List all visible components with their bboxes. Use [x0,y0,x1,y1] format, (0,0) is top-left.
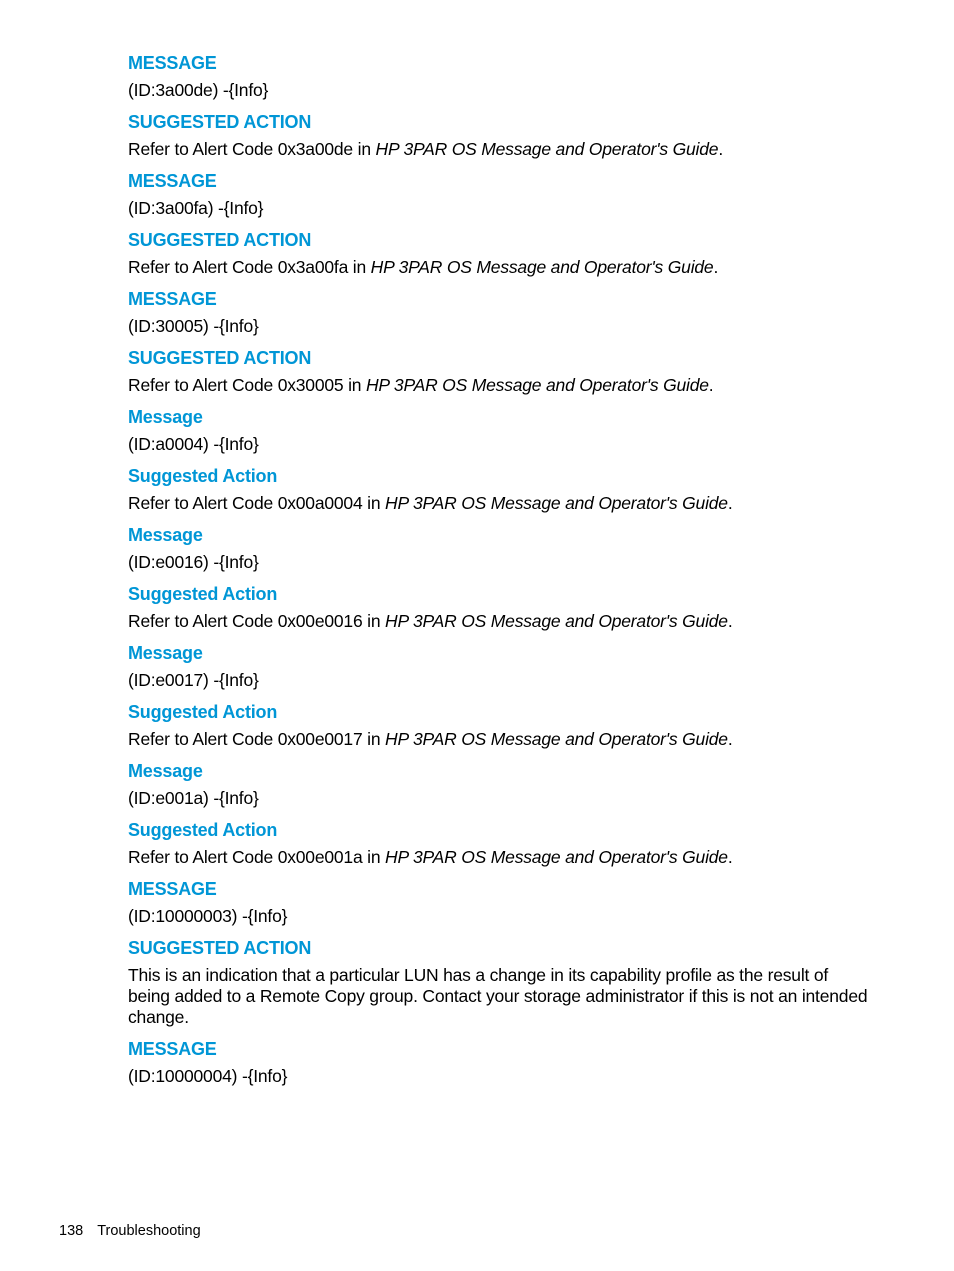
guide-reference: HP 3PAR OS Message and Operator's Guide [385,729,728,749]
message-text: (ID:30005) -{Info} [128,316,259,336]
action-prefix: Refer to Alert Code 0x00e0017 in [128,729,386,749]
action-suffix: . [708,375,714,395]
section-title: Troubleshooting [97,1223,201,1239]
message-heading: Message [128,525,203,545]
message-heading: Message [128,643,203,663]
message-text: (ID:a0004) -{Info} [128,434,259,454]
action-prefix: Refer to Alert Code 0x3a00de in [128,139,376,159]
suggested-action-heading: SUGGESTED ACTION [128,230,312,250]
message-heading: MESSAGE [128,1039,217,1059]
guide-reference: HP 3PAR OS Message and Operator's Guide [375,139,719,159]
suggested-action-text: Refer to Alert Code 0x00a0004 in HP 3PAR… [128,493,873,514]
message-heading: MESSAGE [128,289,217,309]
guide-reference: HP 3PAR OS Message and Operator's Guide [385,611,728,631]
action-suffix: . [727,611,733,631]
action-prefix: Refer to Alert Code 0x00e0016 in [128,611,386,631]
page-content: MESSAGE (ID:3a00de) -{Info} SUGGESTED AC… [128,52,873,1087]
action-suffix: . [713,257,719,277]
message-text: (ID:10000004) -{Info} [128,1066,288,1086]
guide-reference: HP 3PAR OS Message and Operator's Guide [385,493,728,513]
message-heading: Message [128,761,203,781]
suggested-action-heading: SUGGESTED ACTION [128,938,312,958]
page-footer: 138 Troubleshooting [59,1222,201,1240]
message-text: (ID:3a00de) -{Info} [128,80,269,100]
action-suffix: . [727,847,733,867]
suggested-action-text: This is an indication that a particular … [128,965,868,1027]
action-prefix: Refer to Alert Code 0x00e001a in [128,847,386,867]
suggested-action-heading: SUGGESTED ACTION [128,112,312,132]
action-prefix: Refer to Alert Code 0x00a0004 in [128,493,386,513]
suggested-action-heading: Suggested Action [128,584,278,604]
suggested-action-heading: Suggested Action [128,702,278,722]
guide-reference: HP 3PAR OS Message and Operator's Guide [365,375,709,395]
suggested-action-text: Refer to Alert Code 0x00e0016 in HP 3PAR… [128,611,873,632]
suggested-action-text: Refer to Alert Code 0x30005 in HP 3PAR O… [128,375,873,396]
action-suffix: . [727,493,733,513]
suggested-action-text: Refer to Alert Code 0x3a00de in HP 3PAR … [128,139,873,160]
message-text: (ID:3a00fa) -{Info} [128,198,264,218]
action-suffix: . [718,139,723,159]
guide-reference: HP 3PAR OS Message and Operator's Guide [370,257,714,277]
action-prefix: Refer to Alert Code 0x30005 in [128,375,366,395]
suggested-action-text: Refer to Alert Code 0x3a00fa in HP 3PAR … [128,257,873,278]
action-prefix: Refer to Alert Code 0x3a00fa in [128,257,371,277]
message-heading: MESSAGE [128,879,217,899]
action-suffix: . [727,729,733,749]
message-text: (ID:e0016) -{Info} [128,552,259,572]
message-text: (ID:e001a) -{Info} [128,788,259,808]
suggested-action-text: Refer to Alert Code 0x00e001a in HP 3PAR… [128,847,873,868]
suggested-action-heading: SUGGESTED ACTION [128,348,312,368]
suggested-action-heading: Suggested Action [128,466,278,486]
message-heading: Message [128,407,203,427]
message-text: (ID:e0017) -{Info} [128,670,259,690]
page-number: 138 [59,1223,84,1239]
message-text: (ID:10000003) -{Info} [128,906,288,926]
guide-reference: HP 3PAR OS Message and Operator's Guide [385,847,728,867]
suggested-action-text: Refer to Alert Code 0x00e0017 in HP 3PAR… [128,729,873,750]
message-heading: MESSAGE [128,53,217,73]
suggested-action-heading: Suggested Action [128,820,278,840]
message-heading: MESSAGE [128,171,217,191]
